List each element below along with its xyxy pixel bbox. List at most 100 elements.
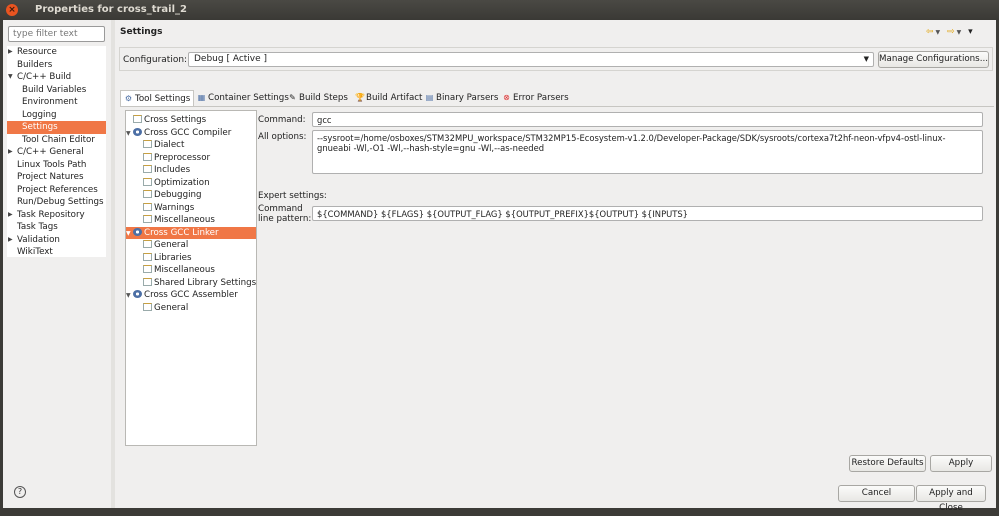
property-nav-tree: ▶ Resource Builders ▼ C/C++ Build Build Varia… — [7, 46, 106, 257]
properties-dialog: ▶ Resource Builders ▼ C/C++ Build Build Varia… — [3, 20, 996, 513]
tool-settings-tree: Cross Settings ▼ Cross GCC Compiler Dialect… — [125, 110, 257, 446]
cancel-button[interactable]: Cancel — [838, 485, 915, 502]
command-line-pattern-field[interactable]: ${COMMAND} ${FLAGS} ${OUTPUT_FLAG} ${OUT… — [312, 206, 983, 221]
chevron-down-icon[interactable]: ▼ — [8, 71, 13, 84]
tab-build-steps[interactable]: ✎ Build Steps — [288, 90, 348, 106]
view-menu-icon[interactable]: ▾ — [968, 27, 975, 37]
chevron-down-icon[interactable]: ▼ — [126, 128, 133, 141]
tool-tree-item[interactable]: Libraries — [136, 252, 256, 265]
chevron-down-icon[interactable]: ▼ — [957, 29, 964, 36]
history-nav: ⇦▼ ⇨▼ ▾ — [926, 27, 975, 37]
page-title: Settings — [120, 27, 163, 37]
all-options-field[interactable]: --sysroot=/home/osboxes/STM32MPU_workspa… — [312, 130, 983, 174]
tab-tool-settings[interactable]: ⚙ Tool Settings — [120, 90, 195, 106]
configuration-label: Configuration: — [123, 55, 188, 65]
filter-input[interactable] — [8, 26, 105, 42]
tool-tree-item[interactable]: Miscellaneous — [136, 264, 256, 277]
back-arrow-icon[interactable]: ⇦ — [926, 27, 936, 37]
tool-tree-label: General — [154, 240, 189, 250]
tool-tree-item[interactable]: Cross Settings — [126, 114, 256, 127]
chevron-down-icon[interactable]: ▼ — [126, 290, 133, 303]
nav-item[interactable]: Environment — [7, 96, 106, 109]
nav-item-label: Project Natures — [17, 172, 84, 182]
tab-build-artifact[interactable]: 🏆Build Artifact — [355, 90, 422, 106]
tab-label: Binary Parsers — [436, 93, 499, 103]
settings-page-icon — [143, 277, 152, 286]
restore-defaults-button[interactable]: Restore Defaults — [849, 455, 926, 472]
settings-page-icon — [143, 215, 152, 223]
nav-item[interactable]: ▼ C/C++ Build — [7, 71, 106, 84]
chevron-down-icon[interactable]: ▼ — [126, 228, 133, 241]
apply-and-close-button[interactable]: Apply and Close — [916, 485, 986, 513]
apply-button[interactable]: Apply — [930, 455, 992, 472]
nav-item-label: Environment — [22, 97, 78, 107]
manage-configurations-button[interactable]: Manage Configurations... — [878, 51, 989, 68]
tool-tree-item[interactable]: General — [136, 239, 256, 252]
nav-item[interactable]: Linux Tools Path — [7, 159, 106, 172]
tool-gear-icon — [133, 127, 142, 136]
tool-tree-item[interactable]: ▼ Cross GCC Linker — [126, 226, 256, 241]
command-field[interactable]: gcc — [312, 112, 983, 127]
tab-error-parsers[interactable]: ⊗ Error Parsers — [502, 90, 569, 106]
tool-tree-label: Cross GCC Linker — [144, 227, 219, 238]
tool-tree-item[interactable]: Preprocessor — [136, 152, 256, 165]
tab-binary-parsers[interactable]: ▤ Binary Parsers — [425, 90, 499, 106]
nav-item[interactable]: ▶ C/C++ General — [7, 146, 106, 159]
help-icon[interactable]: ? — [14, 486, 26, 498]
settings-page-icon — [143, 240, 152, 248]
nav-item[interactable]: Project References — [7, 184, 106, 197]
nav-item[interactable]: ▶ Task Repository — [7, 209, 106, 222]
settings-page-icon — [143, 265, 152, 273]
nav-item[interactable]: WikiText — [7, 246, 106, 259]
nav-item[interactable]: Build Variables — [7, 84, 106, 97]
tab-container-settings[interactable]: ▦ Container Settings — [197, 90, 289, 106]
tool-tree-item[interactable]: Miscellaneous — [136, 214, 256, 227]
window-titlebar: × Properties for cross_trail_2 — [0, 0, 999, 20]
error-parsers-icon: ⊗ — [503, 93, 510, 102]
pane-splitter[interactable] — [111, 20, 115, 508]
nav-item[interactable]: Builders — [7, 59, 106, 72]
nav-item[interactable]: Project Natures — [7, 171, 106, 184]
chevron-down-icon[interactable]: ▼ — [936, 29, 943, 36]
nav-item-label: Task Repository — [17, 209, 85, 220]
chevron-right-icon[interactable]: ▶ — [8, 209, 13, 222]
nav-item[interactable]: ▶ Resource — [7, 46, 106, 59]
nav-item[interactable]: Logging — [7, 109, 106, 122]
command-label: Command: — [258, 115, 306, 125]
nav-item[interactable]: ▶ Validation — [7, 234, 106, 247]
settings-page-icon — [143, 140, 152, 148]
tool-tree-item[interactable]: Optimization — [136, 177, 256, 190]
tool-tree-label: Miscellaneous — [154, 265, 215, 275]
tool-tree-label: Preprocessor — [154, 152, 211, 163]
nav-item-label: C/C++ General — [17, 147, 84, 157]
nav-item[interactable]: Task Tags — [7, 221, 106, 234]
tool-tree-item[interactable]: General — [136, 302, 256, 315]
tool-tree-item[interactable]: ▼ Cross GCC Compiler — [126, 127, 256, 140]
tool-tree-item[interactable]: Debugging — [136, 189, 256, 202]
nav-item-label: Project References — [17, 184, 98, 195]
forward-arrow-icon[interactable]: ⇨ — [947, 27, 957, 37]
settings-page-icon — [143, 252, 152, 261]
tool-tree-item[interactable]: Includes — [136, 164, 256, 177]
settings-page-icon — [143, 152, 152, 161]
nav-item[interactable]: Settings — [7, 121, 106, 134]
configuration-value: Debug [ Active ] — [194, 54, 268, 64]
chevron-right-icon[interactable]: ▶ — [8, 234, 13, 247]
nav-item-label: Resource — [17, 47, 57, 57]
tool-tree-label: Cross GCC Assembler — [144, 290, 238, 300]
tool-settings-icon: ⚙ — [124, 94, 133, 103]
settings-page-icon — [143, 190, 152, 198]
nav-item[interactable]: Run/Debug Settings — [7, 196, 106, 209]
command-line-pattern-label-2: line pattern: — [258, 214, 312, 224]
nav-item[interactable]: Tool Chain Editor — [7, 134, 106, 147]
tool-tree-item[interactable]: ▼ Cross GCC Assembler — [126, 289, 256, 302]
nav-item-label: Run/Debug Settings — [17, 197, 104, 207]
chevron-right-icon[interactable]: ▶ — [8, 146, 13, 159]
configuration-select[interactable]: Debug [ Active ] ▼ — [188, 52, 874, 67]
nav-item-label: Builders — [17, 59, 53, 70]
chevron-right-icon[interactable]: ▶ — [8, 46, 13, 59]
tool-tree-item[interactable]: Dialect — [136, 139, 256, 152]
tool-tree-item[interactable]: Shared Library Settings — [136, 277, 256, 290]
tool-tree-item[interactable]: Warnings — [136, 202, 256, 215]
close-icon[interactable]: × — [6, 4, 18, 16]
